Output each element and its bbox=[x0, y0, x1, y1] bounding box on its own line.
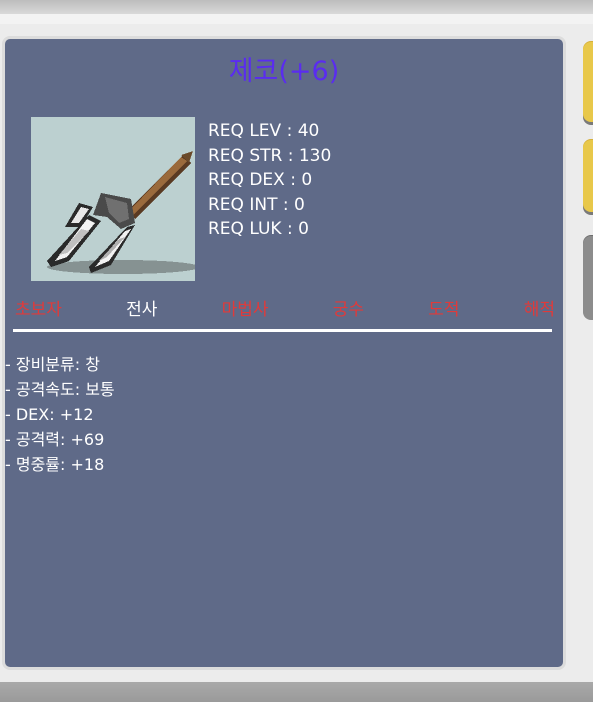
stat-attack: - 공격력: +69 bbox=[5, 430, 105, 449]
spear-icon bbox=[31, 117, 195, 281]
side-tab-1[interactable] bbox=[583, 42, 593, 122]
side-tab-2[interactable] bbox=[583, 140, 593, 212]
job-warrior: 전사 bbox=[126, 300, 158, 320]
item-tooltip: 제코(+6) REQ LEV : 40 REQ STR: 130 REQ DE… bbox=[2, 36, 566, 670]
job-pirate: 해적 bbox=[523, 300, 555, 320]
stat-accuracy: - 명중률: +18 bbox=[5, 455, 105, 474]
stats-list: - 장비분류: 창 - 공격속도: 보통 - DEX: +12 - 공격력: +… bbox=[5, 352, 115, 477]
job-magician: 마법사 bbox=[221, 300, 269, 320]
job-beginner: 초보자 bbox=[15, 300, 62, 320]
req-luk: REQ LUK : 0 bbox=[208, 219, 309, 239]
top-bar bbox=[0, 0, 593, 14]
divider bbox=[13, 329, 552, 332]
side-tab-3[interactable] bbox=[583, 236, 593, 320]
requirements-list: REQ LEV : 40 REQ STR : 130 REQ DEX : 0 R… bbox=[208, 119, 331, 242]
job-bowman: 궁수 bbox=[332, 300, 365, 320]
job-thief: 도적 bbox=[428, 300, 460, 320]
stat-attack-speed: - 공격속도: 보통 bbox=[5, 380, 115, 399]
top-gap bbox=[0, 14, 593, 24]
req-str: REQ STR : 130 bbox=[208, 145, 332, 166]
stat-category: - 장비분류: 창 bbox=[5, 355, 100, 374]
req-level: REQ LEV : 40 bbox=[208, 121, 320, 141]
req-int: REQ INT : 0 bbox=[208, 194, 305, 215]
bottom-bar bbox=[0, 682, 593, 702]
job-list: 초보자 전사 마법사 궁수 도적 해적 bbox=[5, 295, 561, 320]
item-title: 제코(+6) bbox=[228, 56, 340, 87]
req-dex: REQ DEX : 0 bbox=[208, 170, 313, 190]
stat-dex: - DEX: +12 bbox=[5, 405, 94, 424]
